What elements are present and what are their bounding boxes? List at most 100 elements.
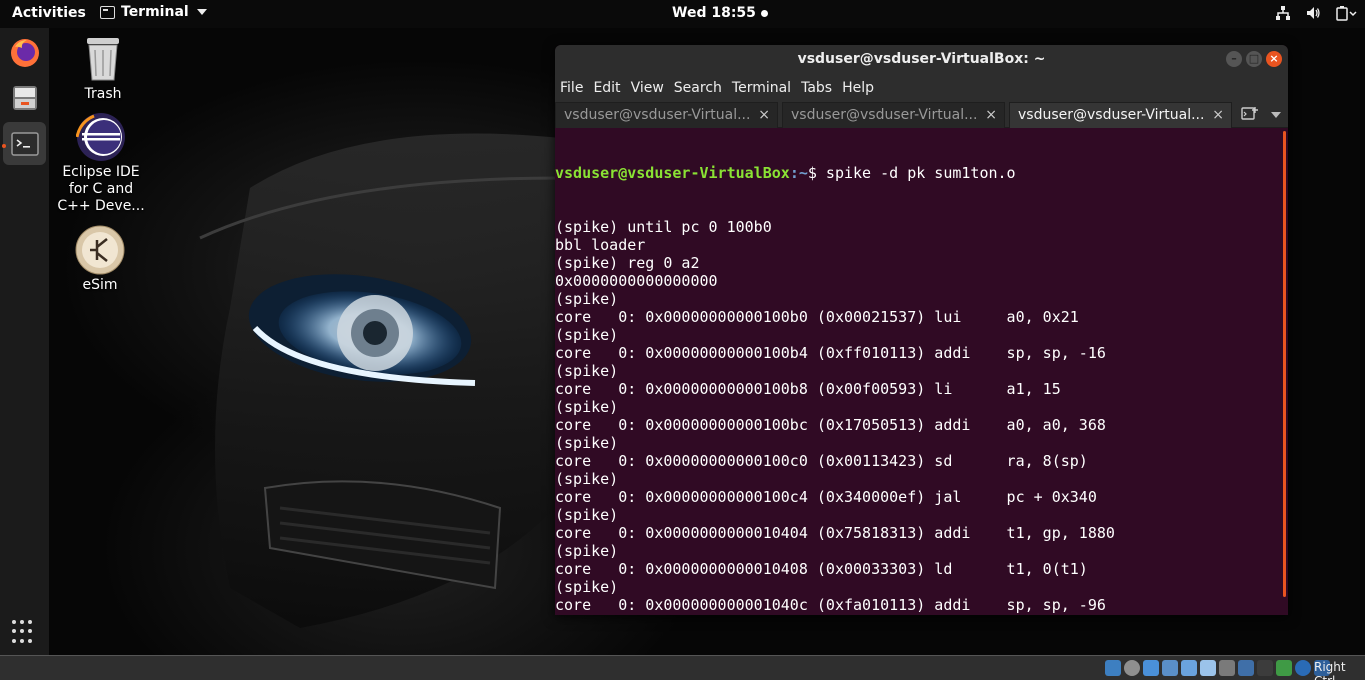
app-menu-button[interactable]: Terminal [100,4,207,20]
file-cabinet-icon [12,85,37,110]
tab-close-icon[interactable]: × [1212,103,1224,128]
grid-dot-icon [20,638,24,643]
host-key-label: Right Ctrl [1314,660,1346,680]
terminal-lines: (spike) until pc 0 100b0 bbl loader (spike… [555,218,1282,615]
window-title: vsduser@vsduser-VirtualBox: ~ [797,51,1046,67]
vbox-device-icons [1105,660,1330,676]
grid-dot-icon [28,638,32,643]
terminal-line: (spike) until pc 0 100b0 [555,218,772,236]
tab-label: vsduser@vsduser-Virtual... [1018,107,1205,123]
top-bar: Activities Terminal Wed 18:55 [0,0,1365,28]
menu-file[interactable]: File [560,80,583,96]
activities-button[interactable]: Activities [12,5,86,21]
vbox-status-bar: Right Ctrl [0,655,1365,680]
prompt-path: :~ [789,164,808,182]
grid-dot-icon [20,620,24,624]
network-icon [1275,5,1291,21]
terminal-line: (spike) [555,434,619,452]
terminal-line: core 0: 0x0000000000010404 (0x75818313) … [555,524,1115,542]
eclipse-icon [75,112,126,162]
guest-additions-icon[interactable] [1295,660,1311,676]
menu-help[interactable]: Help [842,80,874,96]
terminal-line: (spike) [555,578,619,596]
terminal-line: (spike) [555,326,619,344]
menu-view[interactable]: View [631,80,664,96]
show-applications-button[interactable] [12,620,36,644]
terminal-line: (spike) [555,290,619,308]
grid-dot-icon [12,620,16,624]
shared-folders-icon[interactable] [1200,660,1216,676]
esim-icon [75,225,125,275]
tab-3-active[interactable]: vsduser@vsduser-Virtual... × [1009,102,1232,128]
network-adapter-icon[interactable] [1162,660,1178,676]
terminal-line: bbl loader [555,236,646,254]
desktop-icon-label: Trash [84,86,122,102]
trash-icon [78,34,128,84]
desktop-icon-esim[interactable]: eSim [55,225,145,294]
terminal-line: core 0: 0x00000000000100b4 (0xff010113) … [555,344,1106,362]
grid-dot-icon [12,629,16,634]
desktop-icon-trash[interactable]: Trash [58,34,148,103]
terminal-output[interactable]: vsduser@vsduser-VirtualBox:~$ spike -d p… [555,128,1282,615]
display-icon[interactable] [1219,660,1235,676]
notification-dot-icon [760,9,768,17]
app-menu-label: Terminal [121,4,189,20]
menu-terminal[interactable]: Terminal [732,80,791,96]
tab-list-dropdown[interactable] [1271,112,1281,118]
prompt-command: $ spike -d pk sum1ton.o [807,164,1016,182]
grid-dot-icon [28,620,32,624]
close-button[interactable]: × [1266,51,1282,67]
hard-disk-icon[interactable] [1105,660,1121,676]
terminal-line: (spike) reg 0 a2 [555,254,700,272]
grid-dot-icon [28,629,32,634]
terminal-scrollbar[interactable] [1283,131,1286,597]
firefox-icon [10,38,39,67]
terminal-icon [100,5,115,19]
prompt-user: vsduser@vsduser-VirtualBox [555,164,790,182]
terminal-line: (spike) [555,506,619,524]
desktop-icon-label: eSim [82,277,118,293]
prompt-line: vsduser@vsduser-VirtualBox:~$ spike -d p… [555,164,1282,182]
video-capture-icon[interactable] [1238,660,1254,676]
tab-1[interactable]: vsduser@vsduser-Virtual... × [555,102,778,128]
new-tab-icon [1241,107,1258,120]
minimize-button[interactable]: – [1226,51,1242,67]
dock-firefox[interactable] [3,31,46,74]
terminal-line: (spike) [555,614,1282,615]
dock [0,28,49,655]
maximize-button[interactable]: □ [1246,51,1262,67]
terminal-line: core 0: 0x00000000000100b0 (0x00021537) … [555,308,1079,326]
window-titlebar[interactable]: vsduser@vsduser-VirtualBox: ~ – □ × [555,45,1288,74]
recording-icon[interactable] [1257,660,1273,676]
terminal-line: 0x0000000000000000 [555,272,718,290]
chevron-down-icon [196,9,207,15]
menu-edit[interactable]: Edit [593,80,620,96]
desktop-icon-eclipse[interactable]: Eclipse IDE for C and C++ Deve... [56,112,146,215]
tab-label: vsduser@vsduser-Virtual... [791,107,978,123]
dock-files[interactable] [3,76,46,119]
desktop-icon-label: Eclipse IDE for C and C++ Deve... [57,164,145,214]
menu-tabs[interactable]: Tabs [801,80,832,96]
tab-2[interactable]: vsduser@vsduser-Virtual... × [782,102,1005,128]
terminal-line: (spike) [555,362,619,380]
terminal-window[interactable]: vsduser@vsduser-VirtualBox: ~ – □ × File… [555,45,1288,615]
terminal-line: core 0: 0x000000000001040c (0xfa010113) … [555,596,1106,614]
tab-close-icon[interactable]: × [758,103,770,128]
window-controls: – □ × [1226,51,1282,67]
usb-icon[interactable] [1181,660,1197,676]
cpu-activity-icon[interactable] [1276,660,1292,676]
clock-button[interactable]: Wed 18:55 [672,5,768,21]
terminal-line: core 0: 0x00000000000100c4 (0x340000ef) … [555,488,1097,506]
terminal-line: (spike) [555,470,619,488]
tab-label: vsduser@vsduser-Virtual... [564,107,751,123]
optical-drive-icon[interactable] [1124,660,1140,676]
tab-close-icon[interactable]: × [985,103,997,128]
terminal-line: core 0: 0x00000000000100b8 (0x00f00593) … [555,380,1061,398]
dock-terminal[interactable] [3,122,46,165]
new-tab-button[interactable] [1241,106,1259,122]
audio-icon[interactable] [1143,660,1159,676]
system-tray[interactable] [1275,5,1357,21]
grid-dot-icon [20,629,24,634]
menu-search[interactable]: Search [674,80,722,96]
terminal-line: core 0: 0x00000000000100c0 (0x00113423) … [555,452,1088,470]
